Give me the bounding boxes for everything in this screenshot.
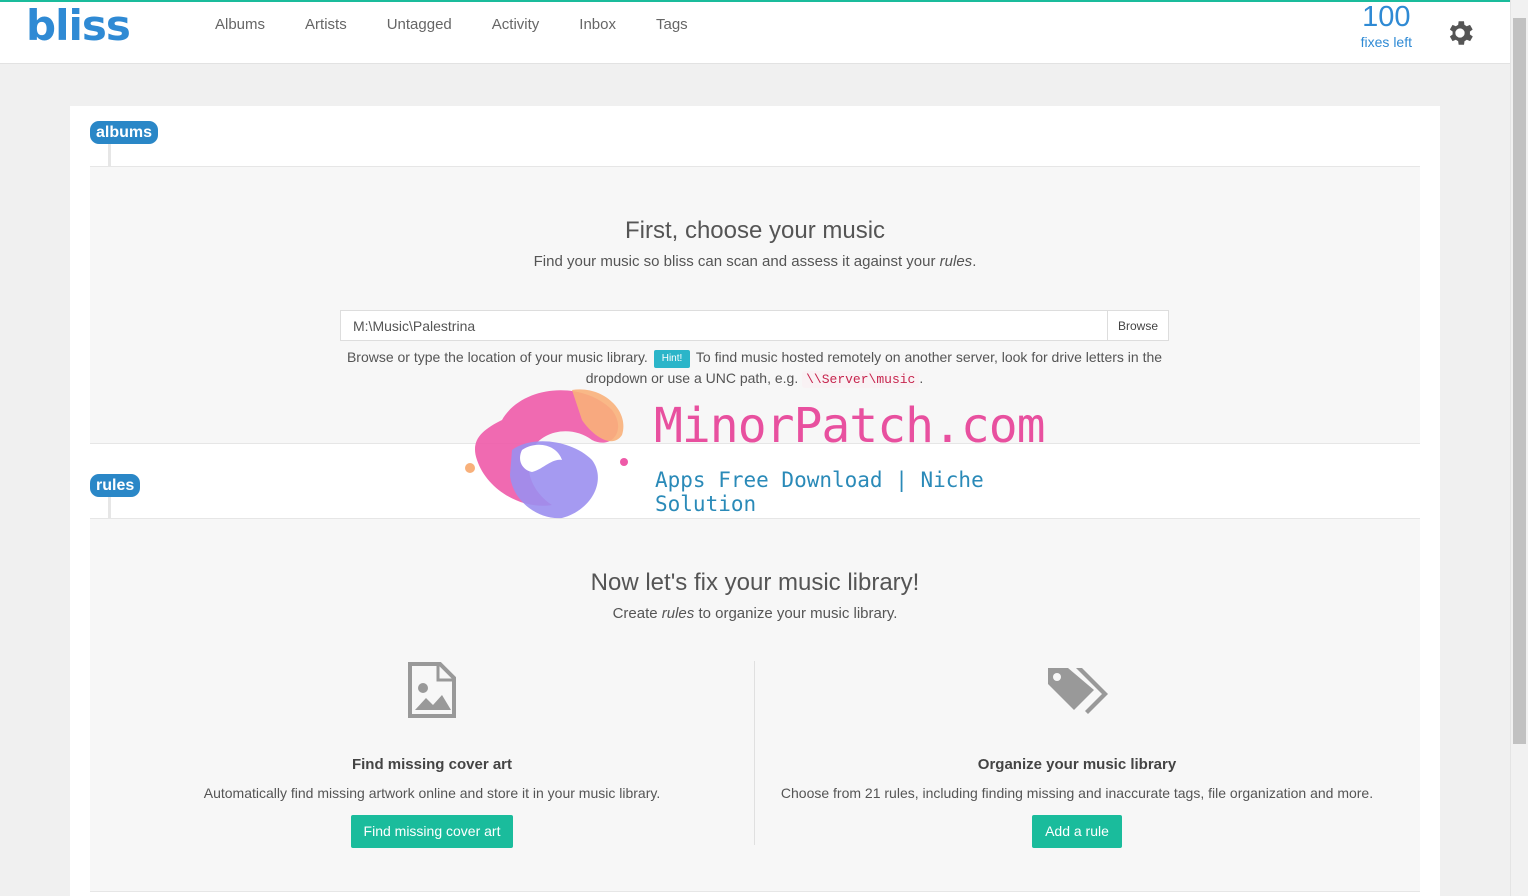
browse-button[interactable]: Browse [1107, 310, 1169, 341]
organize-icon-wrap [745, 659, 1409, 721]
albums-subtitle-end: . [972, 253, 977, 270]
hint-text-pre: Browse or type the location of your musi… [346, 349, 648, 365]
nav-inbox[interactable]: Inbox [579, 16, 616, 34]
gear-icon[interactable] [1444, 17, 1476, 49]
watermark-tagline: Apps Free Download | Niche Solution [655, 468, 984, 516]
albums-title: First, choose your music [624, 217, 886, 244]
rules-subtitle-text: Create [612, 605, 662, 622]
rules-title: Now let's fix your music library! [590, 569, 920, 596]
app-logo[interactable]: bliss [26, 2, 131, 50]
find-cover-art-button[interactable]: Find missing cover art [350, 815, 514, 848]
nav-activity[interactable]: Activity [492, 16, 540, 34]
organize-title: Organize your music library [977, 756, 1177, 773]
watermark-logo-icon [465, 389, 628, 519]
fixes-label: fixes left [1360, 34, 1412, 50]
cover-art-title: Find missing cover art [351, 756, 513, 773]
rules-section-label: rules [90, 474, 141, 497]
organize-card: Organize your music library Choose from … [745, 659, 1409, 848]
tags-icon [1048, 668, 1108, 714]
hint-badge: Hint! [653, 350, 691, 368]
cover-art-icon-wrap [100, 659, 764, 721]
nav-tags[interactable]: Tags [656, 16, 688, 34]
albums-section-label: albums [90, 121, 159, 144]
rules-pill-stem [108, 496, 111, 518]
rules-panel: Now let's fix your music library! Create… [90, 518, 1420, 892]
cover-art-card: Find missing cover art Automatically fin… [100, 659, 764, 848]
image-file-icon [408, 662, 456, 718]
organize-description: Choose from 21 rules, including finding … [780, 785, 1374, 801]
scrollbar-thumb[interactable] [1513, 18, 1526, 744]
rules-subtitle-emphasis: rules [661, 605, 695, 622]
app-header: bliss Albums Artists Untagged Activity I… [0, 2, 1510, 64]
add-rule-button[interactable]: Add a rule [1032, 815, 1122, 848]
fixes-left-counter[interactable]: 100 fixes left [1361, 2, 1412, 52]
nav-albums[interactable]: Albums [215, 16, 265, 34]
watermark-title: MinorPatch.com [654, 398, 1046, 454]
rules-subtitle: Create rules to organize your music libr… [90, 605, 1420, 622]
albums-subtitle-text: Find your music so bliss can scan and as… [533, 253, 940, 270]
albums-subtitle: Find your music so bliss can scan and as… [90, 253, 1420, 270]
albums-subtitle-emphasis: rules [939, 253, 973, 270]
page-scrollbar[interactable] [1510, 0, 1528, 896]
main-nav: Albums Artists Untagged Activity Inbox T… [215, 16, 728, 34]
watermark-overlay: MinorPatch.com Apps Free Download | Nich… [462, 380, 1082, 520]
cover-art-description: Automatically find missing artwork onlin… [203, 785, 661, 801]
music-path-group: Browse [340, 310, 1169, 341]
albums-pill-stem [108, 142, 111, 166]
nav-untagged[interactable]: Untagged [387, 16, 452, 34]
nav-artists[interactable]: Artists [305, 16, 347, 34]
music-path-input[interactable] [340, 310, 1107, 341]
fixes-count: 100 [1362, 1, 1411, 33]
rules-subtitle-end: to organize your music library. [694, 605, 898, 622]
